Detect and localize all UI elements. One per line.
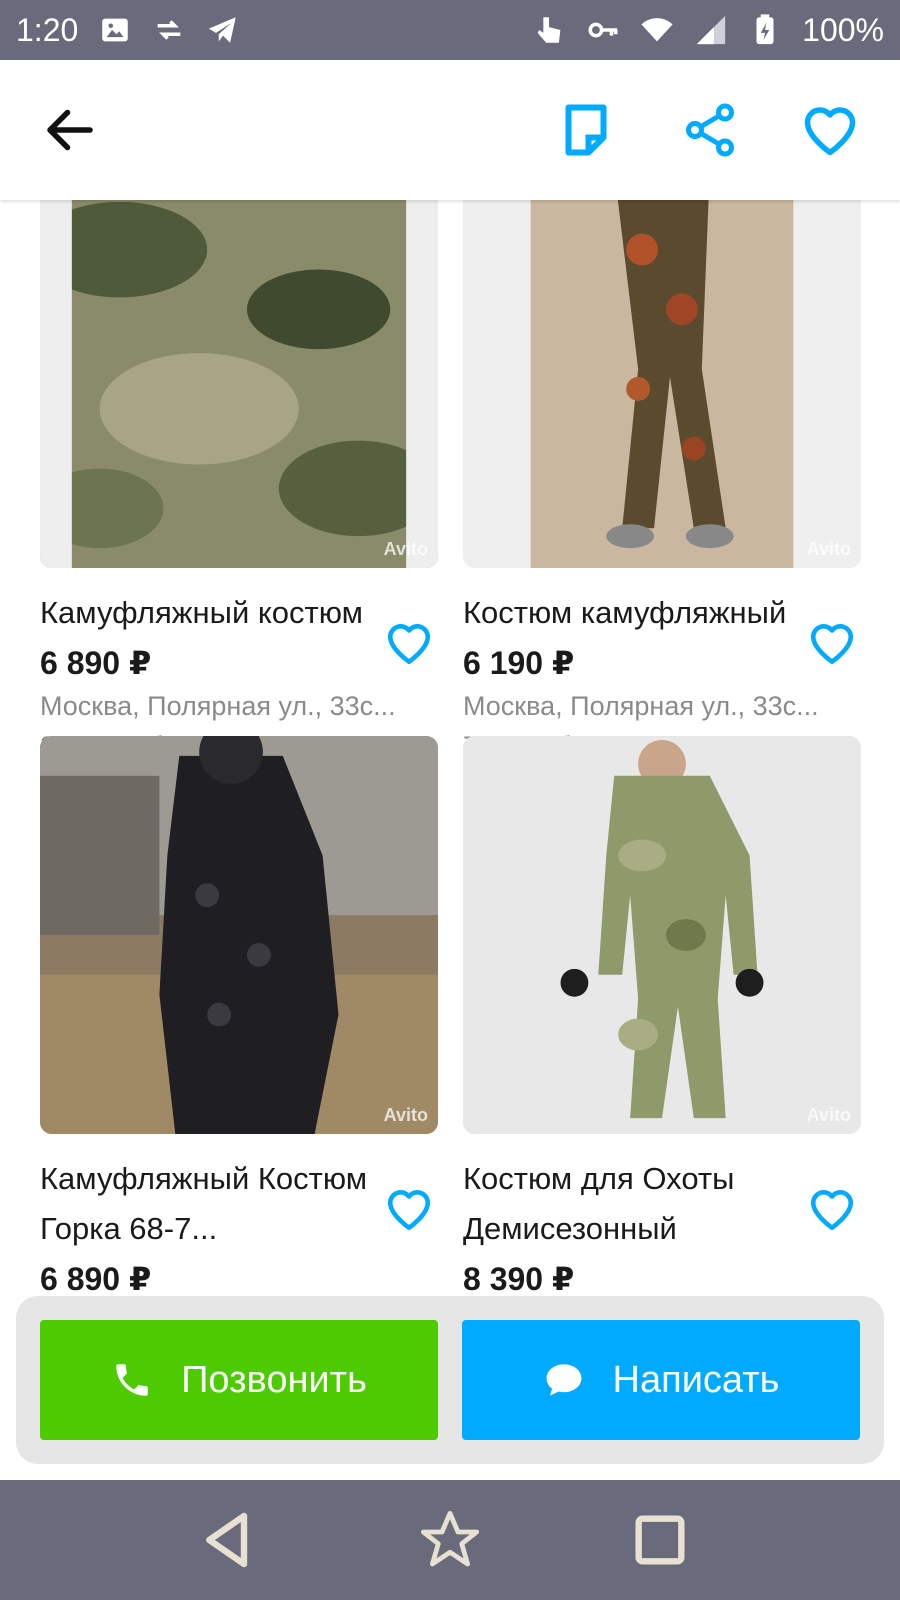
favorite-heart-icon[interactable] [384,618,434,668]
call-button-label: Позвонить [181,1358,367,1401]
favorite-heart-icon[interactable] [807,618,857,668]
message-button[interactable]: Написать [462,1320,860,1440]
share-icon[interactable] [680,100,740,160]
listing-title[interactable]: Камуфляжный Костюм Горка 68-7... [40,1154,370,1254]
listing-location: Москва, Полярная ул., 33с... [40,691,396,721]
listing-card[interactable]: Avito Камуфляжный костюм 6 890 ₽ Москва,… [40,200,438,766]
listings-grid: Avito Камуфляжный костюм 6 890 ₽ Москва,… [0,200,900,1296]
status-bar: 1:20 100% [0,0,900,60]
key-icon [586,13,620,47]
listing-photo[interactable]: Avito [463,736,861,1134]
signal-icon [694,13,728,47]
listing-card[interactable]: Avito Костюм камуфляжный 6 190 ₽ Москва,… [463,200,861,766]
phone-icon [116,1364,148,1396]
contact-action-panel: Позвонить Написать [16,1296,884,1464]
listing-price: 6 190 ₽ [463,645,575,681]
system-nav-bar [0,1480,900,1600]
note-icon[interactable] [556,100,616,160]
watermark: Avito [383,1105,428,1125]
listing-price: 6 890 ₽ [40,1261,152,1296]
wifi-icon [640,13,674,47]
listing-photo[interactable]: Avito [40,736,438,1134]
message-button-label: Написать [612,1358,780,1401]
touch-icon [532,13,566,47]
app-header [0,60,900,200]
status-right: 100% [532,12,884,49]
listing-photo[interactable]: Avito [463,200,861,568]
listing-title[interactable]: Костюм камуфляжный [463,588,793,638]
status-time: 1:20 [16,11,79,48]
call-button[interactable]: Позвонить [40,1320,438,1440]
chat-bubble-icon [546,1364,582,1396]
listing-card[interactable]: Avito Костюм для Охоты Демисезонный 8 39… [463,736,861,1296]
image-icon [98,13,132,47]
battery-icon [748,13,782,47]
star-icon[interactable] [418,1508,482,1572]
watermark: Avito [383,539,428,559]
favorite-heart-icon[interactable] [807,1184,857,1234]
listing-title[interactable]: Камуфляжный костюм [40,588,370,638]
status-left: 1:20 [16,12,240,49]
sync-icon [152,13,186,47]
listing-photo[interactable]: Avito [40,200,438,568]
watermark: Avito [806,539,851,559]
battery-percent: 100% [802,11,884,48]
listing-card[interactable]: Avito Камуфляжный Костюм Горка 68-7... 6… [40,736,438,1296]
back-triangle-icon[interactable] [196,1508,260,1572]
telegram-icon [206,13,240,47]
recents-square-icon[interactable] [628,1508,692,1572]
back-arrow-icon[interactable] [40,100,100,160]
heart-icon[interactable] [800,100,860,160]
listing-price: 6 890 ₽ [40,645,152,681]
listing-title[interactable]: Костюм для Охоты Демисезонный [463,1154,793,1254]
listing-price: 8 390 ₽ [463,1261,575,1296]
watermark: Avito [806,1105,851,1125]
favorite-heart-icon[interactable] [384,1184,434,1234]
listing-location: Москва, Полярная ул., 33с... [463,691,819,721]
